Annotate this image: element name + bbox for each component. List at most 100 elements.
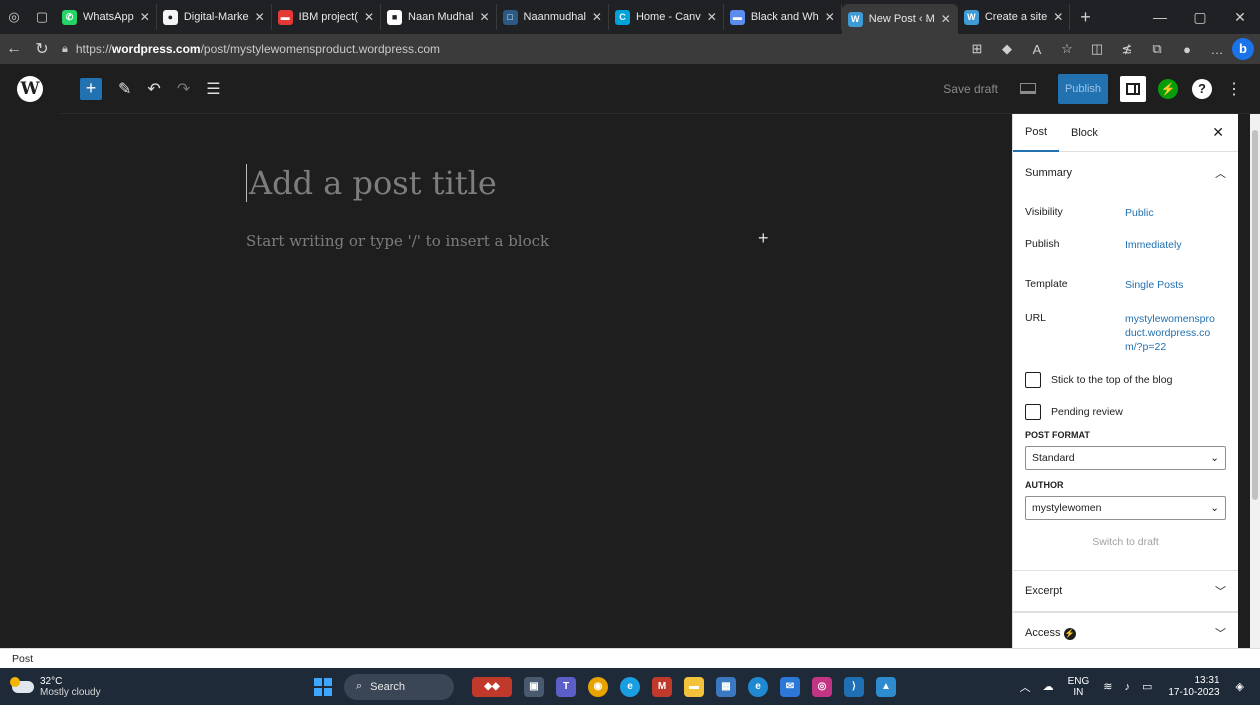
wordpress-icon: W (963, 9, 979, 25)
redo-icon[interactable]: ↷ (177, 79, 190, 99)
chevron-up-icon[interactable]: ︿ (1020, 679, 1031, 695)
close-tab-icon[interactable]: ✕ (592, 10, 602, 24)
chevron-down-icon: ﹀ (1215, 628, 1226, 640)
add-block-icon[interactable]: + (758, 228, 769, 249)
undo-icon[interactable]: ↶ (147, 79, 160, 99)
mcafee-icon[interactable]: M (652, 676, 672, 697)
refresh-icon[interactable]: ↻ (28, 39, 56, 59)
browser-tab[interactable]: ■ Naan Mudhal ✕ (381, 4, 497, 30)
close-tab-icon[interactable]: ✕ (825, 10, 835, 24)
chrome-icon[interactable]: ◉ (588, 676, 608, 697)
instagram-icon[interactable]: ◎ (812, 676, 832, 697)
tab-actions-icon[interactable]: ▢ (28, 0, 56, 34)
tab-post[interactable]: Post (1013, 114, 1060, 152)
editor-canvas[interactable]: Add a post title Start writing or type '… (0, 114, 1012, 648)
extension-icon[interactable]: ◆ (992, 41, 1022, 57)
battery-icon[interactable]: ▭ (1142, 680, 1152, 693)
publish-button[interactable]: Publish (1058, 73, 1108, 104)
github-icon: ● (162, 9, 178, 25)
excerpt-panel-header[interactable]: Excerpt ﹀ (1013, 570, 1238, 612)
close-tab-icon[interactable]: ✕ (364, 10, 374, 24)
author-select[interactable]: mystylewomen ⌄ (1025, 496, 1226, 520)
tab-block[interactable]: Block (1059, 114, 1110, 152)
file-explorer-icon[interactable]: ▬ (684, 676, 704, 697)
split-screen-icon[interactable]: ◫ (1082, 41, 1112, 57)
sidebar-scrollbar-thumb[interactable] (1252, 130, 1258, 500)
store-icon[interactable]: ▦ (716, 676, 736, 697)
switch-to-draft-button[interactable]: Switch to draft (1013, 536, 1238, 548)
browser-tab[interactable]: ✆ WhatsApp ✕ (56, 4, 157, 30)
browser-tab[interactable]: □ Naanmudhal ✕ (497, 4, 609, 30)
task-view-icon[interactable]: ▣ (524, 676, 544, 697)
back-icon[interactable]: ← (0, 40, 28, 58)
url-field[interactable]: 🔒︎ https://wordpress.com/post/mystylewom… (62, 37, 862, 61)
publish-date-link[interactable]: Immediately (1125, 238, 1221, 252)
summary-panel-header[interactable]: Summary ︿ (1013, 152, 1238, 194)
close-tab-icon[interactable]: ✕ (1053, 10, 1063, 24)
preview-icon[interactable] (1020, 83, 1036, 94)
edge-icon[interactable]: e (748, 676, 768, 697)
address-bar: ← ↻ 🔒︎ https://wordpress.com/post/mystyl… (0, 34, 1260, 64)
edge-dev-icon[interactable]: e (620, 676, 640, 697)
widgets-app-icon[interactable]: ◆◆ (472, 676, 512, 697)
close-tab-icon[interactable]: ✕ (941, 12, 951, 26)
options-menu-icon[interactable]: ⋮ (1226, 79, 1242, 99)
pending-review-checkbox[interactable] (1025, 404, 1041, 420)
read-aloud-icon[interactable]: A (1022, 42, 1052, 57)
favorite-star-icon[interactable]: ☆ (1052, 41, 1082, 57)
new-tab-button[interactable]: + (1070, 7, 1101, 28)
vscode-icon[interactable]: ⟩ (844, 676, 864, 697)
close-icon[interactable]: ✕ (1212, 124, 1224, 141)
document-overview-icon[interactable]: ☰ (206, 79, 220, 99)
start-icon[interactable] (314, 677, 332, 696)
help-icon[interactable]: ? (1192, 78, 1212, 99)
settings-toggle-button[interactable] (1120, 75, 1146, 102)
post-format-select[interactable]: Standard ⌄ (1025, 446, 1226, 470)
volume-icon[interactable]: ♪ (1124, 681, 1130, 693)
maximize-icon[interactable]: ▢ (1180, 9, 1220, 26)
template-link[interactable]: Single Posts (1125, 278, 1221, 292)
minimize-icon[interactable]: — (1140, 9, 1180, 26)
app-grid-icon[interactable]: ⊞ (962, 41, 992, 57)
wordpress-logo-button[interactable]: W (0, 63, 60, 114)
browser-tab[interactable]: C Home - Canv ✕ (609, 4, 724, 30)
jetpack-icon[interactable]: ⚡ (1158, 78, 1178, 99)
onedrive-cloud-icon[interactable]: ☁ (1043, 680, 1054, 693)
browser-tab[interactable]: ● Digital-Marke ✕ (157, 4, 272, 30)
weather-widget[interactable]: 32°C Mostly cloudy (10, 676, 101, 698)
pen-tool-icon[interactable]: ✎ (118, 79, 131, 99)
wifi-icon[interactable]: ≋ (1103, 680, 1112, 693)
photos-icon[interactable]: ▲ (876, 676, 896, 697)
bing-icon[interactable]: b (1232, 38, 1254, 60)
profile-icon[interactable]: ● (1172, 42, 1202, 57)
block-inserter-button[interactable]: + (80, 77, 102, 100)
collections-icon[interactable]: ⧉ (1142, 41, 1172, 57)
close-tab-icon[interactable]: ✕ (255, 10, 265, 24)
save-draft-button[interactable]: Save draft (943, 82, 998, 96)
close-tab-icon[interactable]: ✕ (479, 10, 489, 24)
visibility-link[interactable]: Public (1125, 206, 1221, 220)
notifications-icon[interactable]: ◈ (1236, 680, 1244, 693)
browser-tab[interactable]: ▬ IBM project(✕ (272, 4, 382, 30)
taskbar-search[interactable]: ⌕ Search (344, 673, 454, 700)
pending-review-option: Pending review (1013, 404, 1238, 420)
access-panel-header[interactable]: Access ⚡ ﹀ (1013, 612, 1238, 648)
browser-tab[interactable]: W Create a site ✕ (958, 4, 1071, 30)
mail-icon[interactable]: ✉ (780, 676, 800, 697)
stick-to-top-checkbox[interactable] (1025, 372, 1041, 388)
close-window-icon[interactable]: ✕ (1220, 9, 1260, 26)
workspaces-icon[interactable]: ◎ (0, 0, 28, 34)
close-tab-icon[interactable]: ✕ (707, 10, 717, 24)
language-indicator[interactable]: ENG IN (1068, 676, 1090, 698)
more-menu-icon[interactable]: … (1202, 42, 1232, 57)
post-body-placeholder[interactable]: Start writing or type '/' to insert a bl… (246, 232, 549, 250)
url-link[interactable]: mystylewomenspro duct.wordpress.co m/?p=… (1125, 312, 1221, 354)
clock[interactable]: 13:31 17-10-2023 (1168, 675, 1219, 699)
favorites-icon[interactable]: ≴ (1112, 41, 1142, 57)
breadcrumb-post[interactable]: Post (12, 653, 33, 665)
browser-tab[interactable]: W New Post ‹ M ✕ (841, 4, 958, 34)
browser-tab[interactable]: ▬ Black and Wh ✕ (724, 4, 842, 30)
close-tab-icon[interactable]: ✕ (140, 10, 150, 24)
post-title-input[interactable]: Add a post title (246, 164, 497, 202)
teams-icon[interactable]: T (556, 676, 576, 697)
